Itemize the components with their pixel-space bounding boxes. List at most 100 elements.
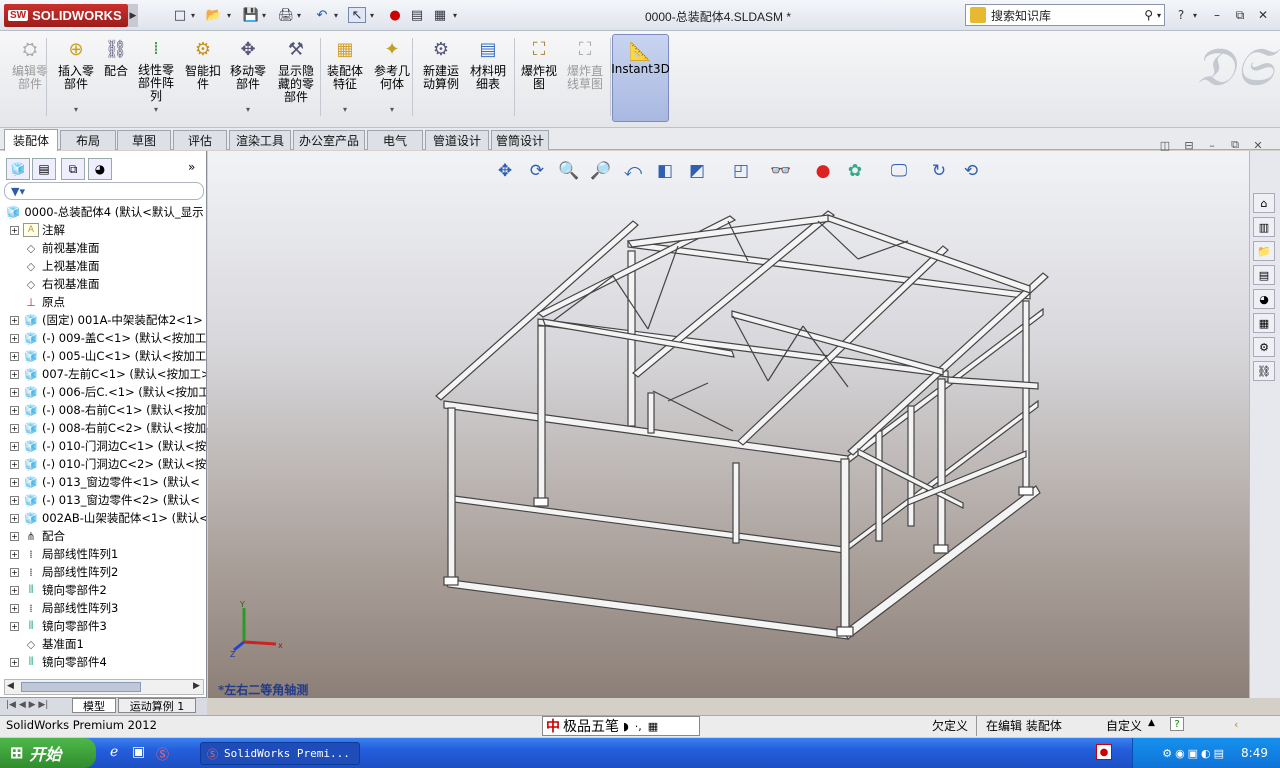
tab-8[interactable]: 管筒设计 <box>491 130 549 150</box>
tray-icons[interactable]: ⚙◉▣◐▤ <box>1162 747 1227 760</box>
options-icon[interactable]: ▤ <box>408 7 426 23</box>
ribbon-button-move-component[interactable]: ✥ 移动零 部件 ▾ <box>224 36 272 116</box>
tree-item[interactable]: + 🧊 (-) 010-门洞边C<1> (默认<按 <box>0 437 206 455</box>
scroll-right-icon[interactable]: ▶ <box>193 681 200 691</box>
search-box[interactable]: 搜索知识库 ⚲ ▾ <box>965 4 1165 26</box>
close-button[interactable]: ✕ <box>1254 6 1272 24</box>
ribbon-dropdown-icon[interactable]: ▾ <box>154 103 158 116</box>
viewport-close-icon[interactable]: ✕ <box>1250 138 1266 152</box>
save-dropdown-icon[interactable]: ▾ <box>262 8 270 22</box>
property-manager-tab-icon[interactable]: ▤ <box>32 158 56 180</box>
search-input[interactable]: 搜索知识库 <box>991 7 1144 24</box>
expand-toggle-icon[interactable]: + <box>10 351 19 361</box>
ie-quicklaunch-icon[interactable]: ℯ <box>110 744 118 760</box>
expand-toggle-icon[interactable]: + <box>10 567 19 577</box>
ribbon-dropdown-icon[interactable]: ▾ <box>390 103 394 116</box>
status-collapse-icon[interactable]: ‹ <box>1234 718 1238 731</box>
instant3d-button[interactable]: 📐 Instant3D <box>611 34 670 122</box>
new-document-icon[interactable]: □ <box>171 7 189 23</box>
ribbon-button-reference-geometry[interactable]: ✦ 参考几 何体 ▾ <box>368 36 416 116</box>
tree-item[interactable]: + 🧊 (固定) 001A-中架装配体2<1> <box>0 311 206 329</box>
ribbon-button-new-motion-study[interactable]: ⚙ 新建运 动算例 <box>416 36 466 116</box>
ribbon-button-linear-pattern[interactable]: ⁞ 线性零 部件阵 列 ▾ <box>134 36 178 116</box>
expand-toggle-icon[interactable]: + <box>10 333 19 343</box>
file-properties-icon[interactable]: ▦ <box>431 7 449 23</box>
tab-7[interactable]: 管道设计 <box>425 130 489 150</box>
ribbon-button-exploded-view[interactable]: ⛶ 爆炸视 图 <box>516 36 562 116</box>
ime-keyboard-icon[interactable]: ▦ <box>648 720 658 733</box>
ribbon-button-insert-component[interactable]: ⊕ 插入零 部件 ▾ <box>52 36 100 116</box>
tree-item[interactable]: ◇ 前视基准面 <box>0 239 206 257</box>
tab-3[interactable]: 评估 <box>173 130 227 150</box>
configuration-manager-tab-icon[interactable]: ⧉ <box>61 158 85 180</box>
toolbox-icon[interactable]: ⛓ <box>1253 361 1275 381</box>
feature-tree-tab-icon[interactable]: 🧊 <box>6 158 30 180</box>
start-button[interactable]: ⊞ 开始 <box>0 738 96 768</box>
tree-item[interactable]: + 🧊 (-) 008-右前C<2> (默认<按加 <box>0 419 206 437</box>
solidworks-quicklaunch-icon[interactable]: Ⓢ <box>156 744 169 763</box>
help-icon[interactable]: ? <box>1172 6 1190 24</box>
appearances-icon[interactable]: ◕ <box>1253 289 1275 309</box>
tree-item[interactable]: + ⫴ 镜向零部件2 <box>0 581 206 599</box>
tree-item[interactable]: + 🧊 (-) 010-门洞边C<2> (默认<按 <box>0 455 206 473</box>
scroll-thumb[interactable] <box>21 682 141 692</box>
tree-item[interactable]: ◇ 右视基准面 <box>0 275 206 293</box>
tree-filter-icon[interactable]: ▼▾ <box>4 182 204 200</box>
undo-icon[interactable]: ↶ <box>313 7 331 23</box>
expand-toggle-icon[interactable]: + <box>10 387 19 397</box>
file-explorer-icon[interactable]: 📁 <box>1253 241 1275 261</box>
tab-motion-study-1[interactable]: 运动算例 1 <box>118 698 196 713</box>
custom-properties-icon[interactable]: ▦ <box>1253 313 1275 333</box>
units-up-icon[interactable]: ▲ <box>1148 718 1155 728</box>
tree-item[interactable]: + 🧊 (-) 006-后C.<1> (默认<按加工 <box>0 383 206 401</box>
tree-item[interactable]: + 🧊 007-左前C<1> (默认<按加工> <box>0 365 206 383</box>
tab-1[interactable]: 布局 <box>60 130 116 150</box>
language-indicator-icon[interactable]: ● <box>1096 744 1112 760</box>
tree-root[interactable]: 🧊 0000-总装配体4 (默认<默认_显示 <box>0 203 206 221</box>
ribbon-button-bill-of-materials[interactable]: ▤ 材料明 细表 <box>464 36 512 116</box>
display-manager-tab-icon[interactable]: ◕ <box>88 158 112 180</box>
help-dropdown-icon[interactable]: ▾ <box>1193 8 1201 22</box>
ribbon-button-smart-fasteners[interactable]: ⚙ 智能扣 件 <box>180 36 226 116</box>
expand-toggle-icon[interactable]: + <box>10 477 19 487</box>
expand-toggle-icon[interactable]: + <box>10 621 19 631</box>
print-icon[interactable]: 🖨 <box>277 7 295 23</box>
solidworks-resources-icon[interactable]: ⌂ <box>1253 193 1275 213</box>
expand-toggle-icon[interactable]: + <box>10 459 19 469</box>
tree-item[interactable]: + A 注解 <box>0 221 206 239</box>
scroll-left-icon[interactable]: ◀ <box>7 681 14 691</box>
ime-punct-icon[interactable]: ·, <box>635 720 642 733</box>
ime-bar[interactable]: 中 极品五笔 ◗ ·, ▦ <box>542 716 700 736</box>
viewport-split-horizontal-icon[interactable]: ◫ <box>1157 138 1173 152</box>
file-properties-dropdown-icon[interactable]: ▾ <box>453 8 461 22</box>
tree-item[interactable]: + 🧊 (-) 013_窗边零件<2> (默认< <box>0 491 206 509</box>
expand-toggle-icon[interactable]: + <box>10 315 19 325</box>
viewport-minimize-icon[interactable]: – <box>1204 138 1220 152</box>
expand-toggle-icon[interactable]: + <box>10 585 19 595</box>
rebuild-icon[interactable]: ● <box>386 7 404 23</box>
expand-toggle-icon[interactable]: + <box>10 495 19 505</box>
ribbon-button-mate[interactable]: ⛓ 配合 <box>98 36 134 116</box>
expand-toggle-icon[interactable]: + <box>10 657 19 667</box>
expand-toggle-icon[interactable]: + <box>10 369 19 379</box>
tree-item[interactable]: + ⋔ 配合 <box>0 527 206 545</box>
expand-toggle-icon[interactable]: + <box>10 423 19 433</box>
ribbon-button-explode-line-sketch[interactable]: ⛶ 爆炸直 线草图 <box>561 36 609 116</box>
tree-item[interactable]: ◇ 基准面1 <box>0 635 206 653</box>
status-units[interactable]: 自定义 <box>1106 717 1142 734</box>
search-dropdown-icon[interactable]: ▾ <box>1157 11 1161 20</box>
tree-item[interactable]: ⊥ 原点 <box>0 293 206 311</box>
tree-item[interactable]: + ⁞ 局部线性阵列1 <box>0 545 206 563</box>
tab-model[interactable]: 模型 <box>72 698 116 713</box>
ribbon-dropdown-icon[interactable]: ▾ <box>343 103 347 116</box>
expand-toggle-icon[interactable]: + <box>10 513 19 523</box>
tree-item[interactable]: + 🧊 (-) 013_窗边零件<1> (默认< <box>0 473 206 491</box>
viewport-restore-icon[interactable]: ⧉ <box>1227 138 1243 152</box>
expand-panel-icon[interactable]: » <box>188 160 195 174</box>
tab-2[interactable]: 草图 <box>117 130 171 150</box>
minimize-button[interactable]: – <box>1208 6 1226 24</box>
undo-dropdown-icon[interactable]: ▾ <box>334 8 342 22</box>
expand-toggle-icon[interactable]: + <box>10 603 19 613</box>
frame-model-3d[interactable] <box>208 151 1248 698</box>
tree-item[interactable]: ◇ 上视基准面 <box>0 257 206 275</box>
